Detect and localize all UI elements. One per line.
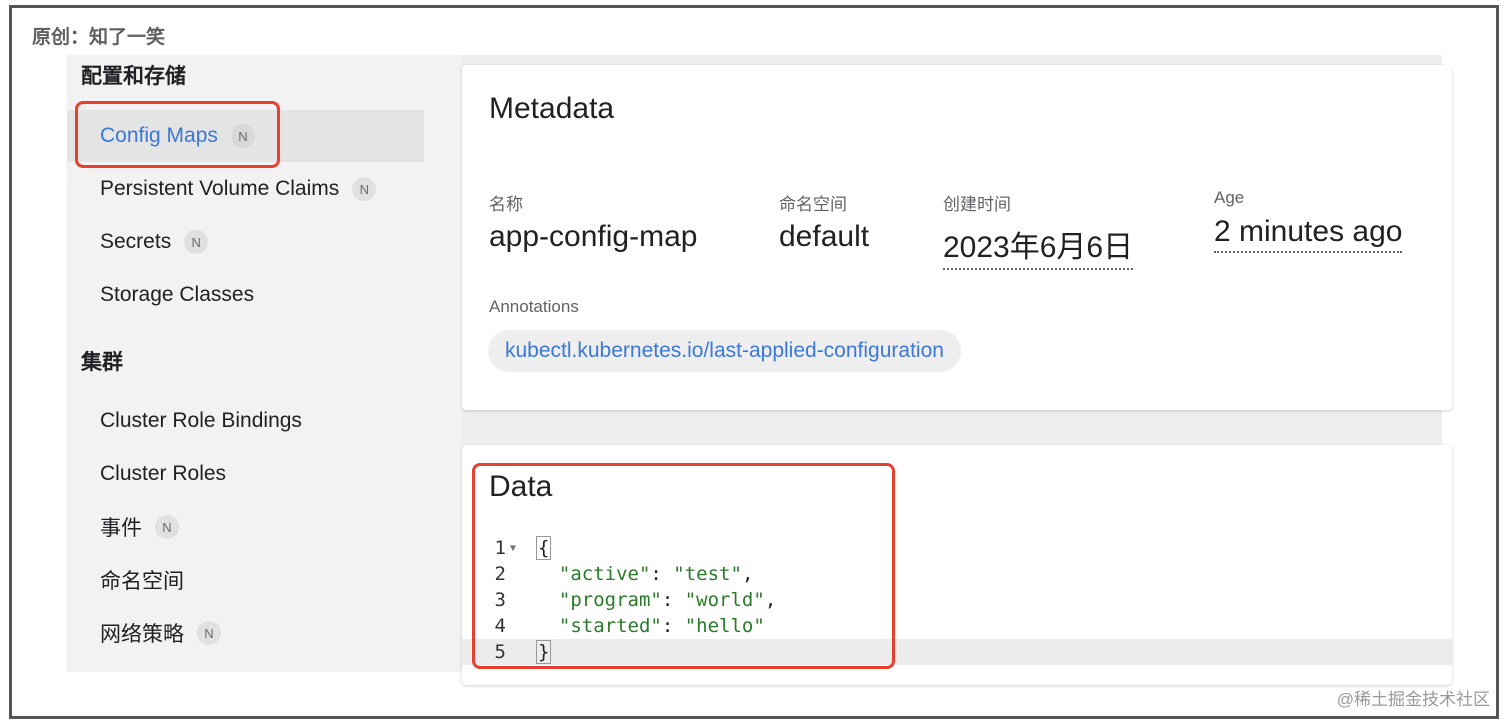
code-line: 4 "started": "hello" <box>462 613 1452 639</box>
sidebar-item-label: 事件 <box>100 517 142 540</box>
line-gutter: 1 ▼ <box>462 537 528 559</box>
section-title-config-storage: 配置和存储 <box>81 65 186 88</box>
json-value: "world" <box>684 589 765 611</box>
matched-bracket: { <box>536 536 552 560</box>
json-code-editor[interactable]: 1 ▼ { 2 "active": "test", 3 "program": "… <box>462 535 1452 665</box>
metadata-title: Metadata <box>489 92 615 125</box>
sidebar-item-cluster-role-bindings[interactable]: Cluster Role Bindings <box>67 395 424 447</box>
line-number: 3 <box>494 589 506 611</box>
created-label: 创建时间 <box>943 195 1011 214</box>
namespaced-badge: N <box>197 621 221 645</box>
sidebar-item-namespaces[interactable]: 命名空间 <box>67 554 424 606</box>
watermark: @稀土掘金技术社区 <box>1336 690 1490 709</box>
annotation-chip[interactable]: kubectl.kubernetes.io/last-applied-confi… <box>488 330 961 372</box>
json-comma: , <box>741 563 754 585</box>
namespaced-badge: N <box>230 124 255 148</box>
created-value[interactable]: 2023年6月6日 <box>943 222 1134 270</box>
name-value: app-config-map <box>489 220 698 253</box>
section-title-cluster: 集群 <box>81 351 123 374</box>
matched-bracket: } <box>536 640 552 664</box>
sidebar-item-network-policies[interactable]: 网络策略 N <box>67 607 424 659</box>
sidebar-item-label: Persistent Volume Claims <box>100 177 340 200</box>
sidebar-item-label: Cluster Roles <box>100 462 227 485</box>
code-text: "started": "hello" <box>558 615 765 637</box>
namespace-value: default <box>779 220 870 253</box>
name-label: 名称 <box>489 195 523 214</box>
fold-arrow-icon[interactable]: ▼ <box>506 543 520 554</box>
code-line: 3 "program": "world", <box>462 587 1452 613</box>
json-comma: , <box>764 589 777 611</box>
age-label: Age <box>1214 188 1245 207</box>
age-value[interactable]: 2 minutes ago <box>1214 215 1403 253</box>
code-text: } <box>528 640 552 664</box>
line-gutter: 5 <box>462 641 528 663</box>
sidebar-item-label: Cluster Role Bindings <box>100 409 302 432</box>
sidebar-item-cluster-roles[interactable]: Cluster Roles <box>67 448 424 500</box>
line-gutter: 3 <box>462 589 528 611</box>
sidebar-item-label: Config Maps <box>100 124 218 147</box>
sidebar-item-config-maps[interactable]: Config Maps N <box>67 110 424 162</box>
main-content: Metadata 名称 app-config-map 命名空间 default … <box>462 55 1452 685</box>
sidebar-item-label: Secrets <box>100 230 172 253</box>
line-gutter: 4 <box>462 615 528 637</box>
sidebar-item-storage-classes[interactable]: Storage Classes <box>67 269 424 321</box>
sidebar-item-persistent-volume-claims[interactable]: Persistent Volume Claims N <box>67 163 424 215</box>
sidebar-item-label: 网络策略 <box>100 623 184 646</box>
json-key: "started" <box>558 615 662 637</box>
author-credit: 原创：知了一笑 <box>32 27 166 48</box>
line-number: 2 <box>494 563 506 585</box>
line-gutter: 2 <box>462 563 528 585</box>
json-value: "test" <box>673 563 742 585</box>
json-key: "active" <box>558 563 651 585</box>
code-line: 1 ▼ { <box>462 535 1452 561</box>
code-line-current: 5 } <box>462 639 1452 665</box>
line-number: 4 <box>494 615 506 637</box>
json-key: "program" <box>558 589 662 611</box>
json-value: "hello" <box>684 615 765 637</box>
code-text: "active": "test", <box>558 563 754 585</box>
code-line: 2 "active": "test", <box>462 561 1452 587</box>
sidebar-nav: 配置和存储 Config Maps N Persistent Volume Cl… <box>67 55 462 672</box>
sidebar-item-secrets[interactable]: Secrets N <box>67 216 424 268</box>
namespaced-badge: N <box>352 177 377 201</box>
code-text: "program": "world", <box>558 589 777 611</box>
namespace-label: 命名空间 <box>779 195 847 214</box>
data-card: Data 1 ▼ { 2 "active": "test", 3 "progra… <box>462 445 1452 685</box>
annotations-label: Annotations <box>489 297 579 316</box>
line-number: 5 <box>494 641 506 663</box>
sidebar-item-label: 命名空间 <box>100 570 184 593</box>
namespaced-badge: N <box>155 515 179 539</box>
sidebar-item-label: Storage Classes <box>100 283 255 306</box>
metadata-card: Metadata 名称 app-config-map 命名空间 default … <box>462 65 1452 410</box>
line-number: 1 <box>494 537 506 559</box>
namespaced-badge: N <box>184 230 209 254</box>
data-title: Data <box>489 470 553 503</box>
code-text: { <box>528 536 552 560</box>
sidebar-item-events[interactable]: 事件 N <box>67 501 424 553</box>
